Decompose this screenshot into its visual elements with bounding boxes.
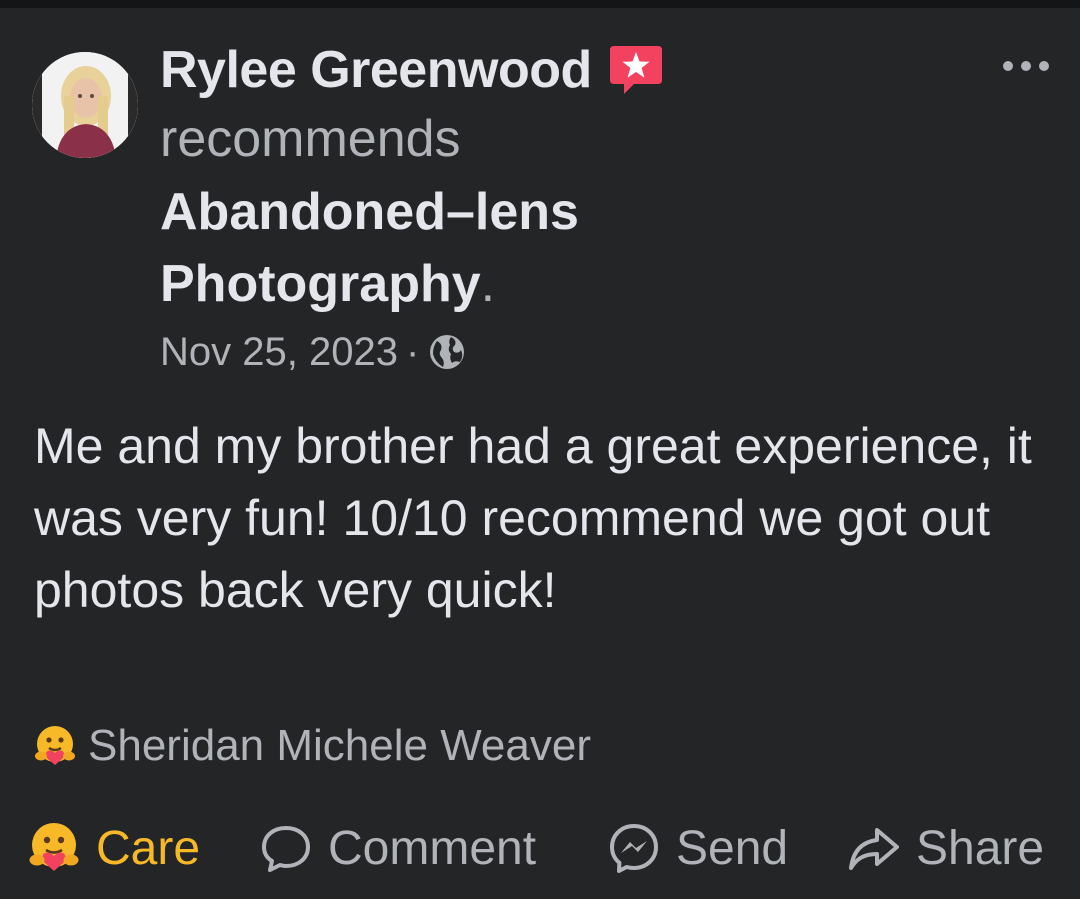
meta-separator: · xyxy=(405,329,420,374)
reactions-summary[interactable]: Sheridan Michele Weaver xyxy=(32,716,591,776)
post-card: Rylee Greenwood recommends Abandoned–len… xyxy=(0,8,1080,899)
author-avatar[interactable] xyxy=(32,52,138,158)
care-emoji-icon xyxy=(29,823,79,871)
comment-icon xyxy=(262,826,310,872)
avatar-photo xyxy=(32,52,138,158)
page-name-line: Abandoned–lens Photography. xyxy=(160,176,720,320)
care-button[interactable]: Care xyxy=(26,808,200,888)
recommend-star-icon xyxy=(608,42,664,98)
globe-icon xyxy=(427,332,467,372)
send-label: Send xyxy=(676,821,789,875)
post-body-text: Me and my brother had a great experience… xyxy=(34,418,1032,618)
send-button[interactable]: Send xyxy=(606,808,788,888)
share-icon xyxy=(849,828,899,870)
post-header: Rylee Greenwood recommends Abandoned–len… xyxy=(160,38,880,382)
comment-label: Comment xyxy=(328,821,537,875)
care-label: Care xyxy=(96,821,201,875)
reactor-name: Sheridan Michele Weaver xyxy=(88,721,591,770)
top-edge-bar xyxy=(0,0,1080,8)
care-emoji-icon xyxy=(32,723,78,769)
more-options-icon[interactable] xyxy=(998,54,1054,78)
recommends-label: recommends xyxy=(160,110,461,168)
comment-button[interactable]: Comment xyxy=(258,808,536,888)
page-period: . xyxy=(480,255,496,313)
action-bar: Care Comment Send Share xyxy=(0,808,1080,888)
post-date[interactable]: Nov 25, 2023 xyxy=(160,330,398,375)
author-line: Rylee Greenwood xyxy=(160,38,880,102)
messenger-icon xyxy=(610,824,658,873)
author-name[interactable]: Rylee Greenwood xyxy=(160,40,592,100)
share-button[interactable]: Share xyxy=(846,808,1044,888)
share-label: Share xyxy=(916,821,1045,875)
recommended-page-link[interactable]: Abandoned–lens Photography xyxy=(160,183,579,313)
post-meta: Nov 25, 2023 · xyxy=(160,322,880,382)
